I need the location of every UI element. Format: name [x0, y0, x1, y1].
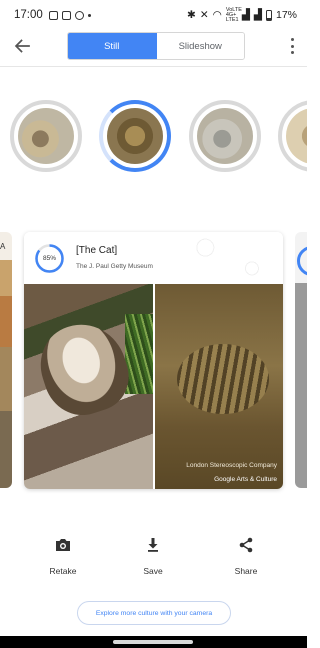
previous-card[interactable]: A	[0, 232, 12, 488]
gallery-notification-icon	[48, 10, 58, 20]
instagram-notification-icon-2	[74, 10, 84, 20]
home-gesture-pill[interactable]	[113, 640, 193, 644]
match-thumbnail-4[interactable]	[278, 100, 307, 172]
signal-icon: ▟	[241, 9, 250, 21]
museum-name: The J. Paul Getty Museum	[76, 263, 153, 270]
header-divider	[0, 66, 307, 67]
match-card[interactable]: 85% [The Cat] The J. Paul Getty Museum L…	[24, 232, 283, 489]
signal-icon-2: ▟	[253, 9, 262, 21]
match-thumbnail-1[interactable]	[10, 100, 82, 172]
match-thumbnails	[0, 100, 307, 174]
more-notifications-icon	[87, 13, 91, 17]
share-button[interactable]: Share	[216, 536, 276, 576]
artwork-title: [The Cat]	[76, 245, 118, 256]
retake-button[interactable]: Retake	[33, 536, 93, 576]
instagram-notification-icon	[61, 10, 71, 20]
retake-label: Retake	[49, 566, 77, 576]
share-label: Share	[234, 566, 258, 576]
battery-percent: 17%	[275, 9, 297, 21]
user-photo	[24, 284, 153, 489]
tab-slideshow[interactable]: Slideshow	[156, 33, 244, 59]
top-app-bar: Still Slideshow	[0, 30, 307, 64]
system-nav-bar	[0, 636, 307, 648]
status-bar: 17:00 ✱ ✕ ◠ VoLTE 4G+ LTE1 ▟ ▟ 17%	[0, 0, 307, 30]
next-card[interactable]	[295, 232, 307, 488]
more-options-icon[interactable]	[289, 38, 295, 54]
previous-card-text: A	[0, 242, 6, 251]
google-arts-culture-logo: Google Arts & Culture	[214, 476, 277, 483]
card-header: 85% [The Cat] The J. Paul Getty Museum	[24, 232, 283, 284]
match-score: 85%	[34, 243, 65, 274]
battery-icon	[265, 9, 272, 21]
wifi-icon: ◠	[212, 9, 222, 21]
camera-icon	[56, 539, 70, 551]
match-score-text: 85%	[42, 255, 56, 262]
comparison-photos: London Stereoscopic Company Google Arts …	[24, 284, 283, 489]
mute-icon: ✕	[199, 9, 209, 21]
explore-more-button[interactable]: Explore more culture with your camera	[77, 601, 231, 625]
arrow-left-icon	[14, 39, 30, 53]
match-thumbnail-3[interactable]	[189, 100, 261, 172]
save-label: Save	[143, 566, 163, 576]
status-notification-icons	[48, 10, 91, 20]
bluetooth-icon: ✱	[187, 9, 196, 21]
save-button[interactable]: Save	[123, 536, 183, 576]
share-icon	[239, 537, 253, 553]
artwork-credit: London Stereoscopic Company	[186, 462, 277, 469]
back-button[interactable]	[11, 35, 33, 57]
action-bar: Retake Save Share	[0, 536, 307, 582]
status-system-icons: ✱ ✕ ◠ VoLTE 4G+ LTE1 ▟ ▟ 17%	[187, 6, 297, 23]
status-time: 17:00	[14, 9, 43, 21]
artwork-photo: London Stereoscopic Company Google Arts …	[155, 284, 283, 489]
tab-still[interactable]: Still	[68, 33, 157, 59]
network-type-label: VoLTE 4G+ LTE1	[225, 6, 242, 23]
mode-toggle: Still Slideshow	[67, 32, 245, 60]
download-icon	[148, 538, 158, 552]
screen: 17:00 ✱ ✕ ◠ VoLTE 4G+ LTE1 ▟ ▟ 17% Still…	[0, 0, 307, 648]
match-thumbnail-2-selected[interactable]	[99, 100, 171, 172]
